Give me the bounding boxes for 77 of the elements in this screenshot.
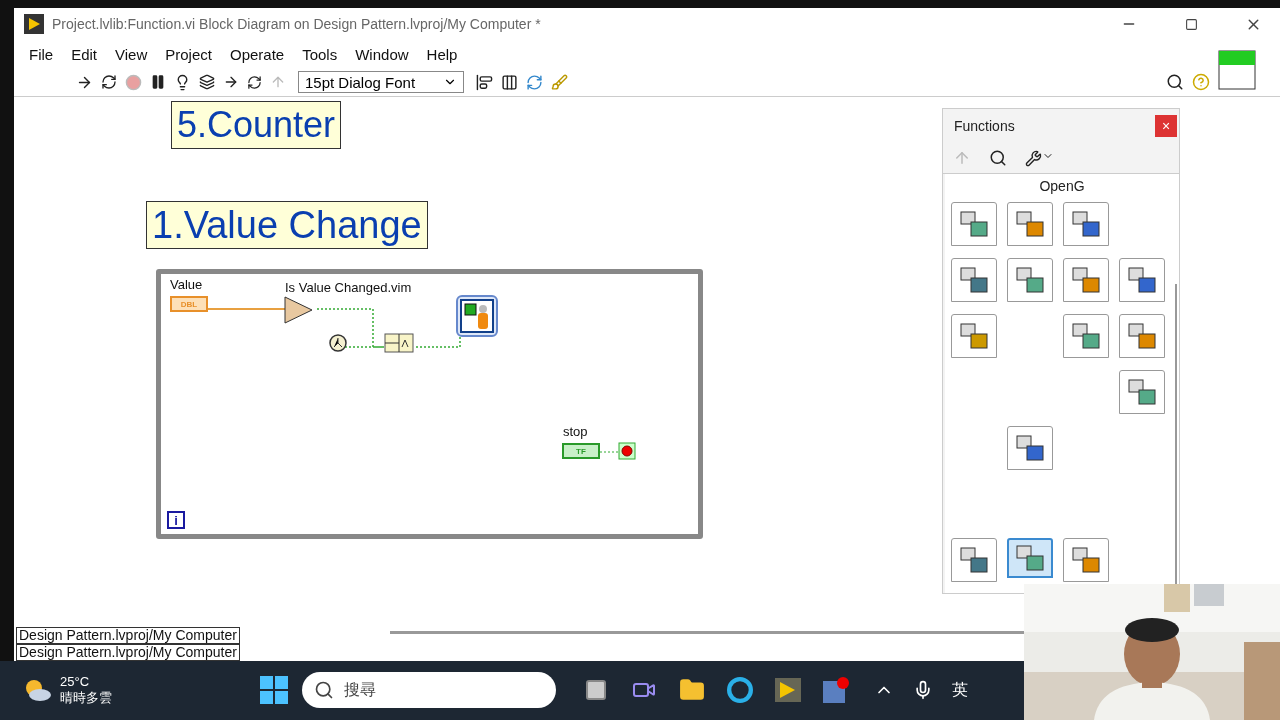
menu-item[interactable]: Window: [346, 45, 418, 63]
search-icon: [314, 680, 334, 701]
palette-glyph-icon: [959, 322, 989, 350]
search-icon[interactable]: [1166, 73, 1184, 91]
align-icon[interactable]: [476, 73, 493, 91]
palette-glyph-icon: [1127, 378, 1157, 406]
palette-category: OpenG: [1039, 178, 1085, 194]
input-method-indicator[interactable]: 英: [952, 679, 968, 701]
stop-condition-icon: [618, 442, 636, 460]
subvi-label: Is Value Changed.vim: [285, 280, 412, 295]
palette-item[interactable]: [1007, 426, 1053, 470]
font-dropdown[interactable]: 15pt Dialog Font: [298, 71, 464, 93]
palette-glyph-icon: [1015, 266, 1045, 294]
palette-glyph-icon: [1127, 266, 1157, 294]
dialog-node-icon: [456, 295, 498, 337]
run-continuously-icon[interactable]: [101, 74, 117, 90]
wire-drawing: [600, 450, 618, 454]
palette-glyph-icon: [1071, 322, 1101, 350]
palette-item[interactable]: [951, 314, 997, 358]
palette-item[interactable]: [1119, 258, 1165, 302]
menu-item[interactable]: View: [106, 45, 157, 63]
palette-item[interactable]: [951, 202, 997, 246]
palette-item[interactable]: [951, 258, 997, 302]
palette-item[interactable]: [1007, 202, 1053, 246]
palette-glyph-icon: [959, 210, 989, 238]
reorder-icon[interactable]: [526, 73, 543, 91]
palette-item[interactable]: [1063, 314, 1109, 358]
status-text: Design Pattern.lvproj/My Computer: [16, 626, 240, 644]
diagram-label: 5.Counter: [171, 101, 342, 149]
palette-glyph-icon: [959, 546, 989, 574]
palette-glyph-icon: [1015, 544, 1045, 572]
palette-item[interactable]: [1007, 258, 1053, 302]
menu-item[interactable]: Tools: [293, 45, 347, 63]
step-into-icon[interactable]: [223, 74, 239, 90]
diagram-label: 1.Value Change: [146, 201, 428, 249]
palette-item[interactable]: [1063, 202, 1109, 246]
start-button[interactable]: [260, 676, 288, 705]
search-icon[interactable]: [989, 149, 1007, 167]
pause-icon[interactable]: [150, 74, 166, 90]
timestamp-icon: [329, 334, 347, 352]
palette-item[interactable]: [1119, 370, 1165, 414]
palette-glyph-icon: [1015, 210, 1045, 238]
subvi-node-icon: [284, 296, 314, 324]
cleanup-icon[interactable]: [551, 73, 568, 91]
and-node-icon: [384, 333, 414, 353]
numeric-terminal: DBL: [170, 296, 208, 312]
palette-glyph-icon: [1071, 546, 1101, 574]
menu-item[interactable]: Project: [156, 45, 221, 63]
search-field[interactable]: 搜尋: [302, 672, 556, 709]
app-logo-icon: [24, 14, 44, 34]
palette-glyph-icon: [1071, 210, 1101, 238]
menu-item[interactable]: Operate: [220, 45, 294, 63]
palette-glyph-icon: [1071, 266, 1101, 294]
distribute-icon[interactable]: [501, 73, 518, 91]
connector-pane-icon: [1218, 50, 1256, 90]
menu-item[interactable]: Help: [417, 45, 467, 63]
menu-item[interactable]: Edit: [62, 45, 107, 63]
maximize-icon[interactable]: [1184, 17, 1198, 31]
palette-item[interactable]: [1007, 538, 1053, 578]
menu-item[interactable]: File: [20, 45, 63, 63]
wrench-icon[interactable]: [1025, 149, 1054, 167]
palette-item[interactable]: [1063, 538, 1109, 582]
palette-title: Functions: [954, 118, 1015, 134]
weather-text: 晴時多雲: [60, 688, 113, 707]
terminal-label: Value: [170, 277, 203, 292]
window-title: Project.lvlib:Function.vi Block Diagram on Design Pattern.lvproj/My Computer *: [52, 16, 542, 32]
palette-glyph-icon: [1015, 434, 1045, 462]
close-button[interactable]: ×: [1155, 115, 1177, 137]
palette-item[interactable]: [1063, 258, 1109, 302]
temperature-text: 25°C: [60, 673, 91, 689]
terminal-label: stop: [563, 424, 588, 439]
palette-glyph-icon: [959, 266, 989, 294]
palette-glyph-icon: [1127, 322, 1157, 350]
palette-item[interactable]: [1119, 314, 1165, 358]
palette-item[interactable]: [951, 538, 997, 582]
iteration-terminal: i: [167, 511, 185, 529]
boolean-terminal: TF: [562, 443, 600, 459]
